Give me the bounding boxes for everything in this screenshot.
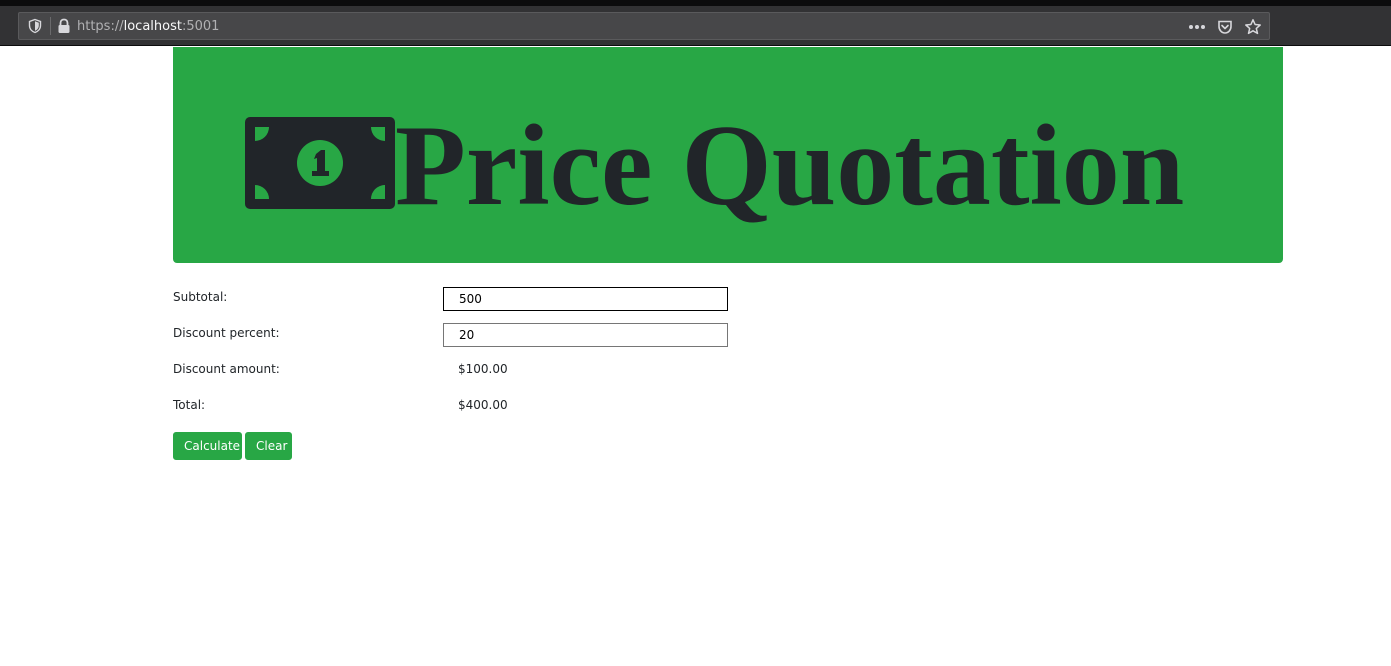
subtotal-row: Subtotal: — [173, 287, 733, 313]
url-scheme: https:// — [77, 19, 124, 34]
discount-amount-value: $100.00 — [458, 362, 508, 376]
url-port: :5001 — [181, 19, 220, 34]
header-banner: Price Quotation — [173, 47, 1283, 263]
calculate-button[interactable]: Calculate — [173, 432, 242, 460]
money-bill-icon — [245, 117, 395, 209]
discount-amount-label: Discount amount: — [173, 362, 280, 376]
discount-percent-input[interactable] — [443, 323, 728, 347]
more-icon[interactable] — [1187, 17, 1207, 37]
discount-percent-row: Discount percent: — [173, 323, 733, 349]
total-row: Total: $400.00 — [173, 395, 733, 421]
page-title: Price Quotation — [395, 102, 1185, 230]
address-bar[interactable]: https://localhost:5001 — [18, 12, 1270, 40]
discount-amount-row: Discount amount: $100.00 — [173, 359, 733, 385]
clear-button[interactable]: Clear — [245, 432, 292, 460]
subtotal-label: Subtotal: — [173, 290, 228, 304]
total-label: Total: — [173, 398, 206, 412]
lock-icon[interactable] — [57, 18, 71, 34]
total-value: $400.00 — [458, 398, 508, 412]
url-text[interactable]: https://localhost:5001 — [77, 17, 219, 37]
browser-toolbar: https://localhost:5001 — [0, 6, 1391, 46]
discount-percent-label: Discount percent: — [173, 326, 280, 340]
url-host: localhost — [123, 19, 182, 34]
url-separator — [50, 17, 51, 35]
pocket-icon[interactable] — [1215, 17, 1235, 37]
subtotal-input[interactable] — [443, 287, 728, 311]
shield-icon[interactable] — [27, 18, 43, 34]
star-icon[interactable] — [1243, 17, 1263, 37]
